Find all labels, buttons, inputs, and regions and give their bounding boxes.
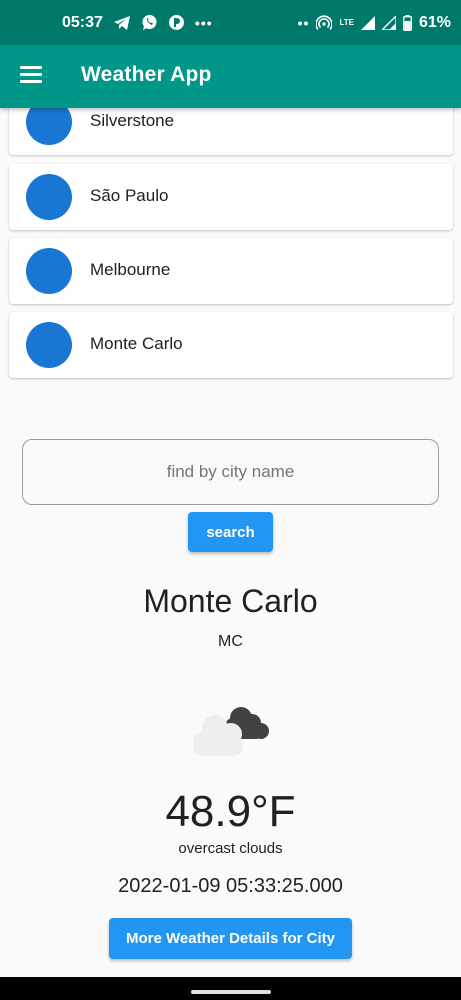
status-time: 05:37	[62, 13, 103, 31]
city-avatar	[26, 322, 72, 368]
city-list-item[interactable]: Silverstone	[9, 108, 453, 155]
country-code: MC	[218, 633, 243, 650]
network-type-label: LTE	[339, 17, 354, 27]
city-name: Monte Carlo	[90, 334, 183, 353]
app-bar: Weather App	[0, 45, 461, 108]
city-list[interactable]: Silverstone São Paulo Melbourne Monte Ca…	[0, 108, 461, 400]
weather-timestamp: 2022-01-09 05:33:25.000	[118, 875, 343, 897]
app-icon	[168, 14, 185, 31]
city-list-item[interactable]: Melbourne	[9, 238, 453, 304]
city-list-item[interactable]: São Paulo	[9, 164, 453, 230]
city-name: Melbourne	[90, 260, 171, 279]
signal-icon-2	[381, 15, 396, 30]
city-name: São Paulo	[90, 186, 169, 205]
telegram-icon	[113, 15, 131, 31]
whatsapp-icon	[141, 14, 158, 31]
battery-icon	[402, 14, 412, 31]
temperature: 48.9°F	[165, 787, 296, 836]
city-avatar	[26, 108, 72, 145]
status-bar: 05:37 ••• •• LTE 61%	[0, 0, 461, 45]
weather-description: overcast clouds	[178, 840, 283, 857]
app-title: Weather App	[81, 63, 212, 86]
search-button[interactable]: search	[188, 512, 273, 552]
hamburger-menu-icon[interactable]	[20, 66, 42, 86]
battery-percent: 61%	[418, 13, 451, 31]
home-indicator[interactable]	[191, 990, 271, 994]
more-details-button[interactable]: More Weather Details for City	[109, 918, 352, 959]
city-name: Silverstone	[90, 111, 175, 130]
overcast-clouds-icon	[189, 700, 273, 760]
search-input[interactable]	[22, 439, 439, 505]
status-right: •• LTE 61%	[298, 0, 451, 45]
nav-bar	[0, 977, 461, 1000]
city-list-item[interactable]: Monte Carlo	[9, 312, 453, 378]
overflow-dots: •••	[194, 14, 213, 31]
status-left: 05:37 •••	[62, 0, 213, 45]
city-title: Monte Carlo	[143, 583, 318, 619]
status-dots: ••	[297, 14, 310, 31]
signal-icon	[360, 15, 375, 30]
hotspot-icon	[316, 14, 333, 31]
city-avatar	[26, 174, 72, 220]
city-avatar	[26, 248, 72, 294]
